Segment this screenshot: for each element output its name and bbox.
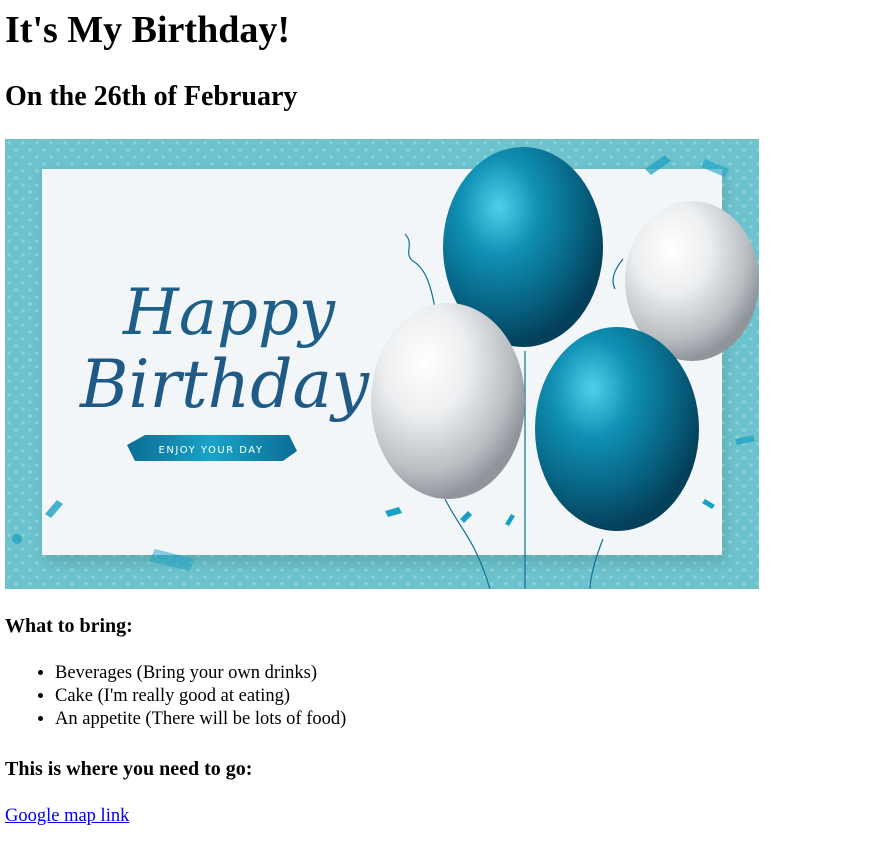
page-subtitle: On the 26th of February xyxy=(5,81,298,112)
google-map-link[interactable]: Google map link xyxy=(5,804,129,828)
list-item: Cake (I'm really good at eating) xyxy=(55,685,346,708)
birthday-banner-image: Happy Birthday ENJOY YOUR DAY xyxy=(5,139,759,590)
list-item: Beverages (Bring your own drinks) xyxy=(55,662,346,685)
directions-heading: This is where you need to go: xyxy=(5,758,253,780)
list-item: An appetite (There will be lots of food) xyxy=(55,708,346,731)
what-to-bring-heading: What to bring: xyxy=(5,615,133,637)
balloon-teal-bottom xyxy=(535,327,699,531)
page-title: It's My Birthday! xyxy=(5,9,290,51)
balloon-silver-left xyxy=(371,303,525,499)
script-happy: Happy xyxy=(122,276,336,350)
script-birthday: Birthday xyxy=(79,346,370,423)
enjoy-ribbon: ENJOY YOUR DAY xyxy=(127,435,297,461)
bring-list: Beverages (Bring your own drinks) Cake (… xyxy=(5,662,346,731)
ribbon-text: ENJOY YOUR DAY xyxy=(159,445,264,456)
happy-birthday-script: Happy Birthday xyxy=(79,276,370,423)
